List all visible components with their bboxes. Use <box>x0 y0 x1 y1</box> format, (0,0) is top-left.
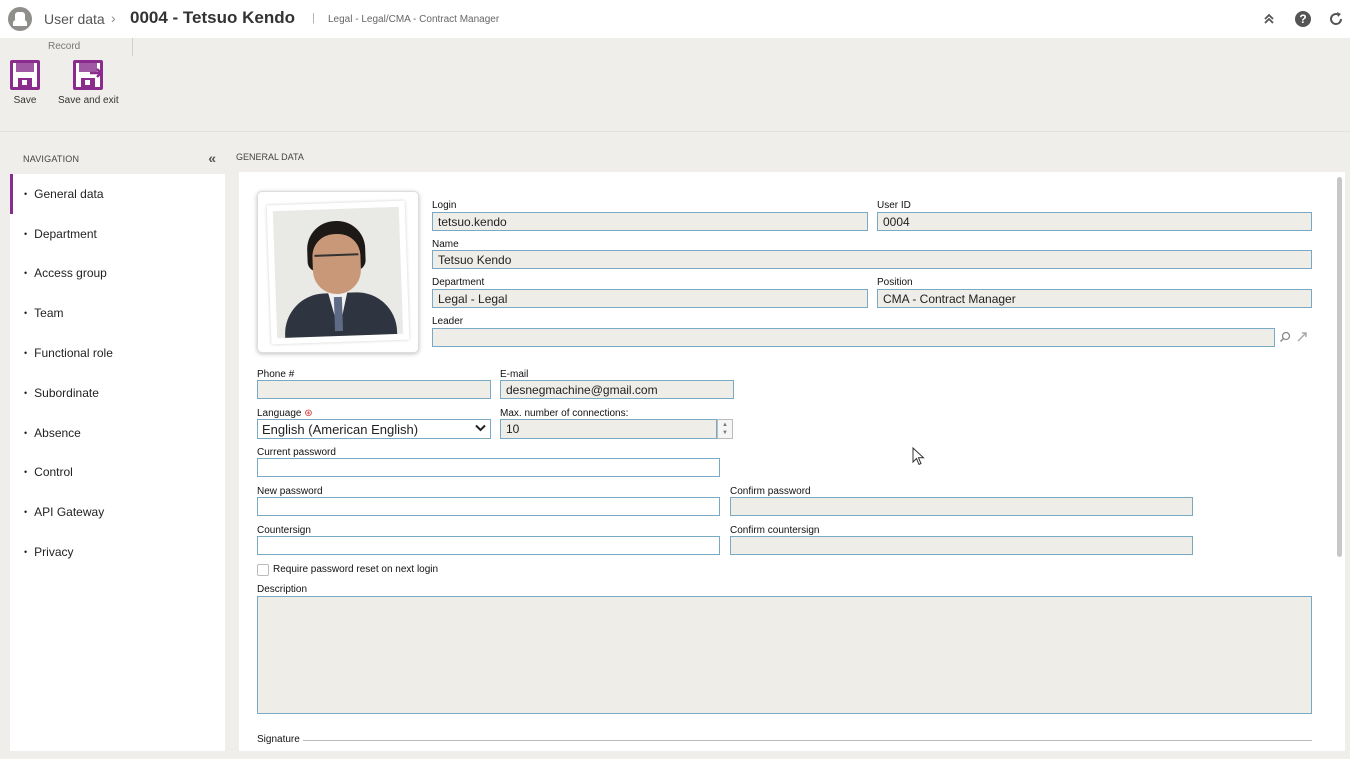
nav-item-api-gateway[interactable]: • API Gateway <box>10 492 225 532</box>
nav-item-general-data[interactable]: • General data <box>10 174 225 214</box>
leader-field[interactable] <box>432 328 1275 347</box>
max-connections-label: Max. number of connections: <box>500 408 629 419</box>
section-title: GENERAL DATA <box>236 152 304 162</box>
phone-label: Phone # <box>257 369 295 380</box>
current-password-label: Current password <box>257 447 336 458</box>
department-label: Department <box>432 277 485 288</box>
user-id-field[interactable]: 0004 <box>877 212 1312 231</box>
current-password-field[interactable] <box>257 458 720 477</box>
save-button[interactable]: Save <box>10 60 40 106</box>
required-icon: ⊛ <box>304 408 313 419</box>
language-selected-value: English (American English) <box>262 421 419 437</box>
ribbon-separator <box>0 131 1350 132</box>
ribbon-group-record: Record <box>48 41 81 52</box>
nav-item-team[interactable]: • Team <box>10 293 225 333</box>
navigation-header: NAVIGATION « <box>10 144 225 174</box>
countersign-field[interactable] <box>257 536 720 555</box>
mouse-cursor-icon <box>912 447 925 466</box>
language-select[interactable]: English (American English) <box>257 419 491 439</box>
name-field[interactable]: Tetsuo Kendo <box>432 250 1312 269</box>
confirm-countersign-label: Confirm countersign <box>730 525 820 536</box>
email-label: E-mail <box>500 369 529 380</box>
position-label: Position <box>877 277 913 288</box>
top-bar: User data › 0004 - Tetsuo Kendo | Legal … <box>0 0 1350 38</box>
search-icon[interactable] <box>1277 329 1293 345</box>
save-icon <box>10 60 40 90</box>
help-icon[interactable]: ? <box>1295 11 1311 27</box>
page-subtitle: Legal - Legal/CMA - Contract Manager <box>328 14 500 25</box>
nav-item-label: Access group <box>34 266 107 281</box>
save-and-exit-button[interactable]: Save and exit <box>58 60 119 106</box>
description-label: Description <box>257 584 308 595</box>
collapse-up-icon[interactable] <box>1260 10 1278 28</box>
max-connections-field[interactable]: 10 <box>500 419 717 439</box>
new-password-label: New password <box>257 486 323 497</box>
user-id-label: User ID <box>877 200 911 211</box>
connections-stepper-icon[interactable]: ▲ ▼ <box>717 419 733 439</box>
new-password-field[interactable] <box>257 497 720 516</box>
description-field[interactable] <box>257 596 1312 714</box>
general-data-form: Login tetsuo.kendo User ID 0004 Name Tet… <box>239 172 1337 751</box>
require-reset-checkbox[interactable] <box>257 564 269 576</box>
navigation-panel: NAVIGATION « • General data • Department •… <box>10 144 225 751</box>
signature-label: Signature <box>257 734 303 745</box>
login-field[interactable]: tetsuo.kendo <box>432 212 868 231</box>
require-reset-label: Require password reset on next login <box>273 564 439 575</box>
nav-item-control[interactable]: • Control <box>10 453 225 493</box>
breadcrumb-separator-icon: › <box>111 10 116 26</box>
countersign-label: Countersign <box>257 525 311 536</box>
ribbon-divider <box>132 38 133 56</box>
save-and-exit-label: Save and exit <box>58 95 119 106</box>
nav-item-label: General data <box>34 186 104 201</box>
nav-item-label: Control <box>34 465 73 480</box>
navigation-title: NAVIGATION <box>23 154 80 164</box>
nav-item-label: Functional role <box>34 346 113 361</box>
nav-item-privacy[interactable]: • Privacy <box>10 532 225 572</box>
email-field[interactable]: desnegmachine@gmail.com <box>500 380 734 399</box>
signature-divider <box>257 740 1312 741</box>
collapse-navigation-icon[interactable]: « <box>208 150 216 166</box>
confirm-password-label: Confirm password <box>730 486 811 497</box>
clear-icon[interactable] <box>1294 329 1310 345</box>
nav-item-label: Subordinate <box>34 385 99 400</box>
main-scrollbar[interactable] <box>1337 172 1345 751</box>
nav-item-subordinate[interactable]: • Subordinate <box>10 373 225 413</box>
refresh-icon[interactable] <box>1327 10 1345 28</box>
language-label: Language ⊛ <box>257 408 313 419</box>
user-photo[interactable] <box>257 191 419 353</box>
nav-item-label: Department <box>34 226 97 241</box>
position-field[interactable]: CMA - Contract Manager <box>877 289 1312 308</box>
nav-item-label: Absence <box>34 425 81 440</box>
nav-item-department[interactable]: • Department <box>10 214 225 254</box>
phone-field[interactable] <box>257 380 491 399</box>
title-divider: | <box>312 12 315 24</box>
name-label: Name <box>432 239 459 250</box>
nav-item-label: API Gateway <box>34 505 105 520</box>
save-button-label: Save <box>13 95 37 106</box>
breadcrumb-user-data[interactable]: User data <box>44 11 105 27</box>
leader-label: Leader <box>432 316 464 327</box>
nav-item-access-group[interactable]: • Access group <box>10 254 225 294</box>
save-exit-icon <box>71 60 105 90</box>
confirm-password-field[interactable] <box>730 497 1193 516</box>
confirm-countersign-field[interactable] <box>730 536 1193 555</box>
department-field[interactable]: Legal - Legal <box>432 289 868 308</box>
nav-item-label: Team <box>34 306 64 321</box>
page-title: 0004 - Tetsuo Kendo <box>130 8 295 27</box>
nav-item-functional-role[interactable]: • Functional role <box>10 333 225 373</box>
nav-item-label: Privacy <box>34 545 74 560</box>
app-logo-icon <box>8 7 32 31</box>
chevron-down-icon <box>475 423 486 435</box>
login-label: Login <box>432 200 457 211</box>
nav-item-absence[interactable]: • Absence <box>10 413 225 453</box>
